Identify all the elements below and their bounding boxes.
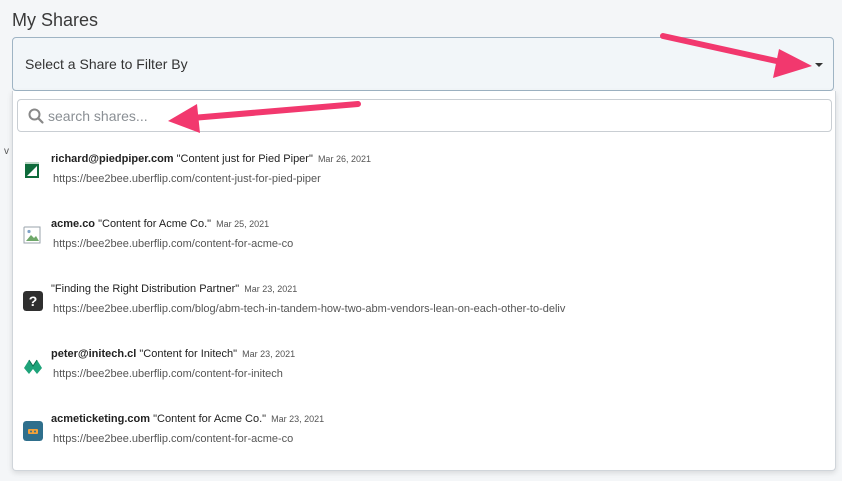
share-title: "Content just for Pied Piper" xyxy=(176,153,313,165)
share-domain: acmeticketing.com xyxy=(51,413,151,425)
share-heading: richard@piedpiper.com "Content just for … xyxy=(51,153,371,165)
caret-down-icon[interactable] xyxy=(815,63,823,67)
share-domain: acme.co xyxy=(51,218,96,230)
share-heading: "Finding the Right Distribution Partner"… xyxy=(51,283,297,295)
background-chevron-icon: v xyxy=(4,146,9,157)
share-item[interactable]: acmeticketing.com "Content for Acme Co."… xyxy=(13,411,835,467)
share-item[interactable]: peter@initech.cl "Content for Initech" M… xyxy=(13,346,835,402)
share-heading: peter@initech.cl "Content for Initech" M… xyxy=(51,348,295,360)
share-title: "Content for Acme Co." xyxy=(98,218,212,230)
acmeticketing-logo-icon xyxy=(23,421,43,441)
share-title: "Content for Acme Co." xyxy=(153,413,267,425)
piedpiper-logo-icon xyxy=(23,161,43,181)
share-filter-label: Select a Share to Filter By xyxy=(25,56,188,72)
share-dropdown-menu: richard@piedpiper.com "Content just for … xyxy=(12,91,836,471)
share-domain: peter@initech.cl xyxy=(51,348,137,360)
share-domain: richard@piedpiper.com xyxy=(51,153,174,165)
share-date: Mar 23, 2021 xyxy=(242,349,296,359)
share-title: "Content for Initech" xyxy=(139,348,238,360)
share-url: https://bee2bee.uberflip.com/content-jus… xyxy=(53,173,321,185)
share-item[interactable]: ? "Finding the Right Distribution Partne… xyxy=(13,281,835,337)
share-date: Mar 23, 2021 xyxy=(244,284,298,294)
question-mark-icon: ? xyxy=(23,291,43,311)
share-date: Mar 23, 2021 xyxy=(271,414,325,424)
broken-image-icon xyxy=(23,226,41,244)
share-item[interactable]: acme.co "Content for Acme Co." Mar 25, 2… xyxy=(13,216,835,272)
search-input[interactable] xyxy=(48,100,818,131)
svg-text:?: ? xyxy=(29,293,38,309)
share-heading: acme.co "Content for Acme Co." Mar 25, 2… xyxy=(51,218,269,230)
page-title: My Shares xyxy=(12,10,99,30)
share-date: Mar 26, 2021 xyxy=(317,154,371,164)
initech-logo-icon xyxy=(23,356,43,376)
share-filter-select[interactable]: Select a Share to Filter By xyxy=(12,37,834,91)
search-box[interactable] xyxy=(17,99,832,132)
share-url: https://bee2bee.uberflip.com/content-for… xyxy=(53,433,294,445)
share-date: Mar 25, 2021 xyxy=(216,219,270,229)
share-url: https://bee2bee.uberflip.com/content-for… xyxy=(53,368,283,380)
share-url: https://bee2bee.uberflip.com/content-for… xyxy=(53,238,294,250)
share-heading: acmeticketing.com "Content for Acme Co."… xyxy=(51,413,324,425)
share-url: https://bee2bee.uberflip.com/blog/abm-te… xyxy=(53,303,566,315)
share-item[interactable]: richard@piedpiper.com "Content just for … xyxy=(13,151,835,207)
search-icon xyxy=(28,108,44,124)
share-title: "Finding the Right Distribution Partner" xyxy=(51,283,240,295)
